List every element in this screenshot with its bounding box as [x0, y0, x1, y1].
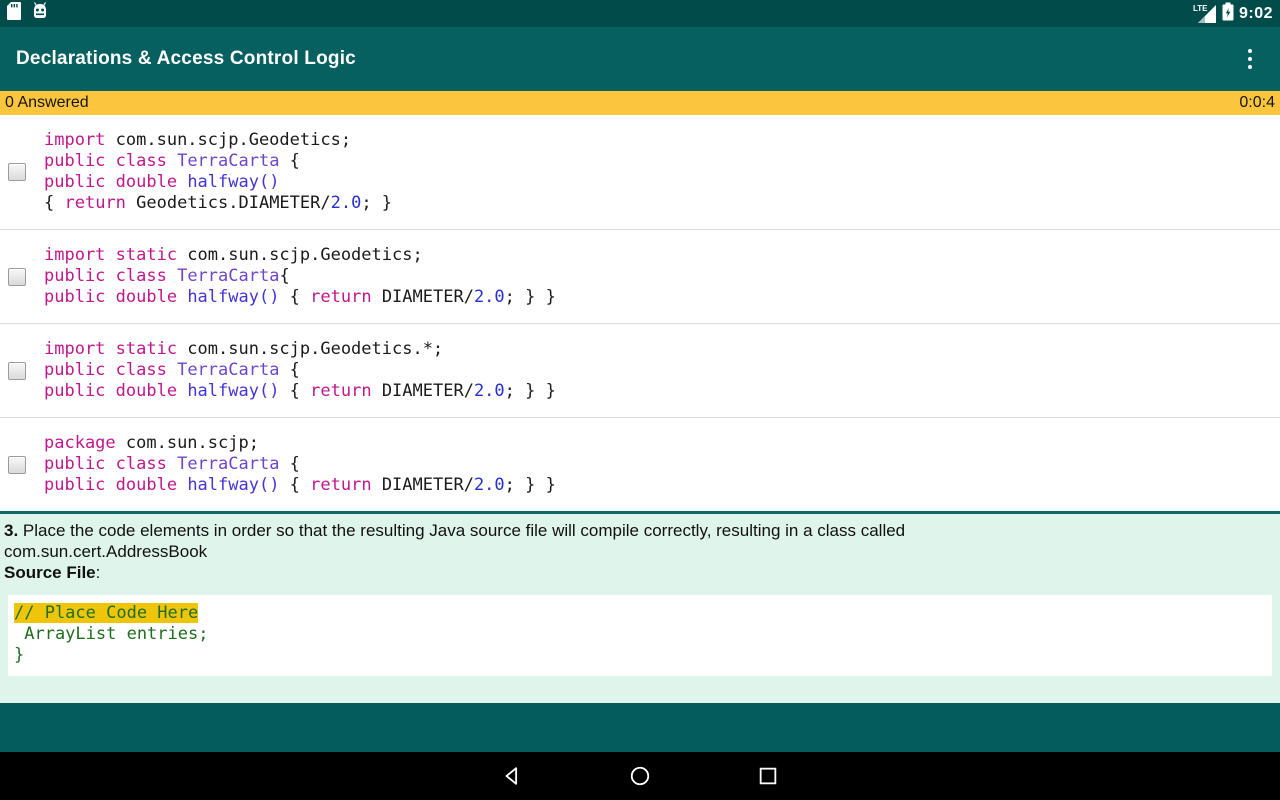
lte-signal-icon: LTE [1195, 4, 1217, 24]
home-button-icon[interactable] [628, 764, 652, 788]
question-number: 3. [4, 521, 18, 540]
timer-text: 0:0:4 [1239, 94, 1275, 112]
option-code: import static com.sun.scjp.Geodetics;pub… [44, 245, 556, 308]
sdcard-icon [7, 2, 21, 25]
option-checkbox[interactable] [8, 456, 26, 474]
option-checkbox[interactable] [8, 163, 26, 181]
clock-text: 9:02 [1239, 5, 1273, 23]
network-type-label: LTE [1193, 4, 1208, 13]
progress-bar: 0 Answered 0:0:4 [0, 91, 1280, 115]
back-button-icon[interactable] [500, 764, 524, 788]
source-code-box[interactable]: // Place Code Here ArrayList entries;} [8, 595, 1272, 676]
source-code-line: ArrayList entries; [14, 624, 1268, 645]
answer-option[interactable]: import static com.sun.scjp.Geodetics.*;p… [0, 323, 1280, 417]
status-bar-right: LTE 9:02 [1195, 2, 1273, 26]
android-navbar [0, 752, 1280, 800]
recents-button-icon[interactable] [756, 764, 780, 788]
source-code-line: } [14, 645, 1268, 666]
page-title: Declarations & Access Control Logic [16, 48, 356, 70]
option-code: import com.sun.scjp.Geodetics;public cla… [44, 130, 392, 214]
answer-option[interactable]: package com.sun.scjp;public class TerraC… [0, 417, 1280, 511]
answer-option[interactable]: import com.sun.scjp.Geodetics;public cla… [0, 115, 1280, 229]
question-body: Place the code elements in order so that… [18, 521, 905, 540]
status-bar-left [7, 2, 48, 25]
question-text: 3. Place the code elements in order so t… [4, 520, 1276, 583]
source-code-line: // Place Code Here [14, 603, 1268, 624]
android-debug-icon [32, 2, 48, 25]
app-bar: Declarations & Access Control Logic [0, 27, 1280, 91]
option-code: import static com.sun.scjp.Geodetics.*;p… [44, 339, 556, 402]
option-checkbox[interactable] [8, 268, 26, 286]
source-file-colon: : [96, 563, 101, 582]
question-section: 3. Place the code elements in order so t… [0, 511, 1280, 703]
source-file-label: Source File [4, 563, 96, 582]
answer-option[interactable]: import static com.sun.scjp.Geodetics;pub… [0, 229, 1280, 323]
status-bar: LTE 9:02 [0, 0, 1280, 27]
battery-charging-icon [1222, 2, 1234, 26]
option-code: package com.sun.scjp;public class TerraC… [44, 433, 556, 496]
question-class-name: com.sun.cert.AddressBook [4, 542, 207, 561]
overflow-menu-icon[interactable] [1230, 39, 1270, 79]
answered-count: 0 Answered [5, 94, 89, 112]
option-checkbox[interactable] [8, 362, 26, 380]
app-screen: LTE 9:02 Declarations & Access Control L… [0, 0, 1280, 800]
footer-strip [0, 703, 1280, 752]
options-list: import com.sun.scjp.Geodetics;public cla… [0, 115, 1280, 511]
